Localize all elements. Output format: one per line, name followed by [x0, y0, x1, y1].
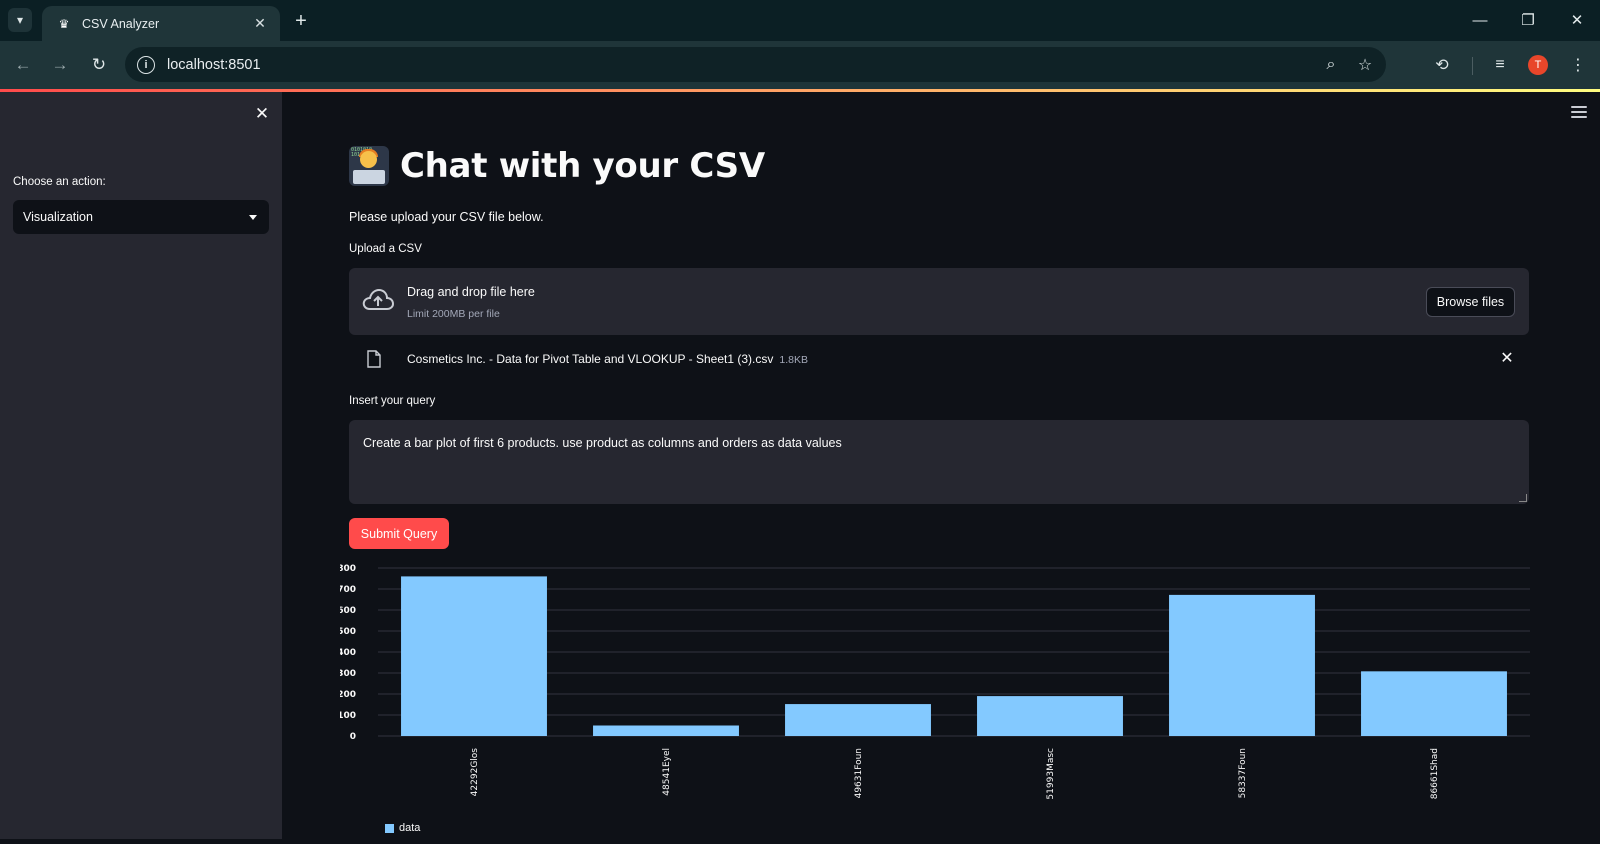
technologist-emoji-icon: 01010101010101: [349, 146, 389, 186]
sidebar: ✕ Choose an action: Visualization: [0, 92, 282, 839]
chevron-down-icon: [249, 214, 257, 220]
remove-file-icon[interactable]: ✕: [1497, 348, 1517, 368]
x-tick-label: 86661Shad: [1430, 748, 1440, 799]
query-label: Insert your query: [349, 395, 436, 407]
x-tick-label: 58337Foun: [1238, 748, 1248, 798]
reload-icon[interactable]: ↻: [87, 53, 111, 77]
bar: [1361, 671, 1507, 736]
site-info-icon[interactable]: i: [137, 55, 155, 74]
browser-tab[interactable]: ♛ CSV Analyzer ✕: [42, 6, 280, 41]
file-icon: [367, 350, 381, 368]
url-text[interactable]: localhost:8501: [167, 57, 1318, 73]
zoom-icon[interactable]: ⌕: [1318, 52, 1344, 78]
dropzone-limit: Limit 200MB per file: [407, 308, 500, 320]
page-title: 01010101010101 Chat with your CSV: [349, 146, 765, 186]
bar-chart: 0 100 200 300 400 500 600 700 800 42292Glos 48541E…: [337, 556, 1540, 839]
address-bar[interactable]: i localhost:8501 ⌕ ☆: [125, 47, 1386, 82]
file-size: 1.8KB: [779, 354, 808, 366]
y-tick-label: 200: [340, 690, 356, 700]
cloud-upload-icon: [362, 288, 394, 310]
x-tick-label: 42292Glos: [470, 748, 480, 797]
y-tick-label: 400: [340, 648, 356, 658]
close-tab-icon[interactable]: ✕: [250, 14, 270, 34]
bar: [1169, 594, 1315, 736]
dropzone-title: Drag and drop file here: [407, 285, 535, 299]
history-icon[interactable]: ⟲: [1430, 53, 1454, 77]
y-tick-label: 800: [340, 564, 356, 574]
bar: [593, 725, 739, 736]
query-textarea[interactable]: Create a bar plot of first 6 products. u…: [349, 420, 1529, 504]
browser-tab-strip: ▾ ♛ CSV Analyzer ✕ + — ❐ ✕: [0, 0, 1600, 41]
star-icon[interactable]: ☆: [1352, 52, 1378, 78]
y-tick-label: 300: [340, 669, 356, 679]
forward-icon[interactable]: →: [48, 53, 72, 77]
close-sidebar-icon[interactable]: ✕: [252, 104, 272, 124]
main-menu-icon[interactable]: [1571, 104, 1587, 120]
new-tab-plus-icon[interactable]: +: [290, 10, 312, 32]
tab-search-icon[interactable]: ▾: [8, 8, 32, 32]
submit-query-button[interactable]: Submit Query: [349, 518, 449, 549]
toolbar-divider: [1472, 57, 1473, 75]
uploaded-file-name: Cosmetics Inc. - Data for Pivot Table an…: [407, 352, 808, 366]
chart-legend: data: [385, 822, 420, 834]
page-subtitle: Please upload your CSV file below.: [349, 210, 544, 224]
file-dropzone[interactable]: Drag and drop file here Limit 200MB per …: [349, 268, 1529, 335]
y-tick-label: 0: [350, 732, 356, 742]
file-name-text: Cosmetics Inc. - Data for Pivot Table an…: [407, 352, 774, 366]
query-text[interactable]: Create a bar plot of first 6 products. u…: [363, 436, 842, 450]
browse-files-button[interactable]: Browse files: [1426, 287, 1515, 317]
resize-handle-icon[interactable]: [1519, 494, 1527, 502]
back-icon[interactable]: ←: [11, 53, 35, 77]
bar: [785, 704, 931, 736]
streamlit-crown-icon: ♛: [58, 16, 70, 31]
legend-swatch: [385, 823, 394, 833]
media-icon[interactable]: ≡: [1488, 53, 1512, 77]
action-select[interactable]: Visualization: [13, 200, 269, 234]
upload-label: Upload a CSV: [349, 243, 422, 255]
x-tick-label: 49631Foun: [854, 748, 864, 798]
close-window-icon[interactable]: ✕: [1563, 8, 1591, 32]
uploaded-file-row: Cosmetics Inc. - Data for Pivot Table an…: [349, 344, 1529, 374]
legend-label: data: [399, 822, 421, 834]
y-tick-label: 500: [340, 627, 356, 637]
action-select-label: Choose an action:: [13, 176, 106, 188]
y-tick-label: 100: [340, 711, 356, 721]
more-icon[interactable]: ⋮: [1566, 53, 1590, 77]
x-tick-label: 48541Eyel: [662, 748, 672, 796]
x-tick-label: 51993Masc: [1046, 748, 1056, 800]
browser-toolbar: ← → ↻ i localhost:8501 ⌕ ☆ ⟲ ≡ ⋮: [0, 41, 1600, 89]
tab-title: CSV Analyzer: [82, 16, 160, 31]
y-tick-label: 600: [340, 606, 356, 616]
bar: [401, 576, 547, 736]
bar-chart-svg: 0 100 200 300 400 500 600 700 800 42292Glos 48541E…: [337, 564, 1530, 800]
page-title-text: Chat with your CSV: [400, 146, 765, 186]
minimize-icon[interactable]: —: [1466, 8, 1494, 32]
restore-icon[interactable]: ❐: [1514, 8, 1542, 32]
bar: [977, 696, 1123, 736]
y-tick-label: 700: [340, 585, 356, 595]
action-select-value: Visualization: [23, 210, 93, 224]
profile-avatar[interactable]: T: [1528, 55, 1548, 75]
